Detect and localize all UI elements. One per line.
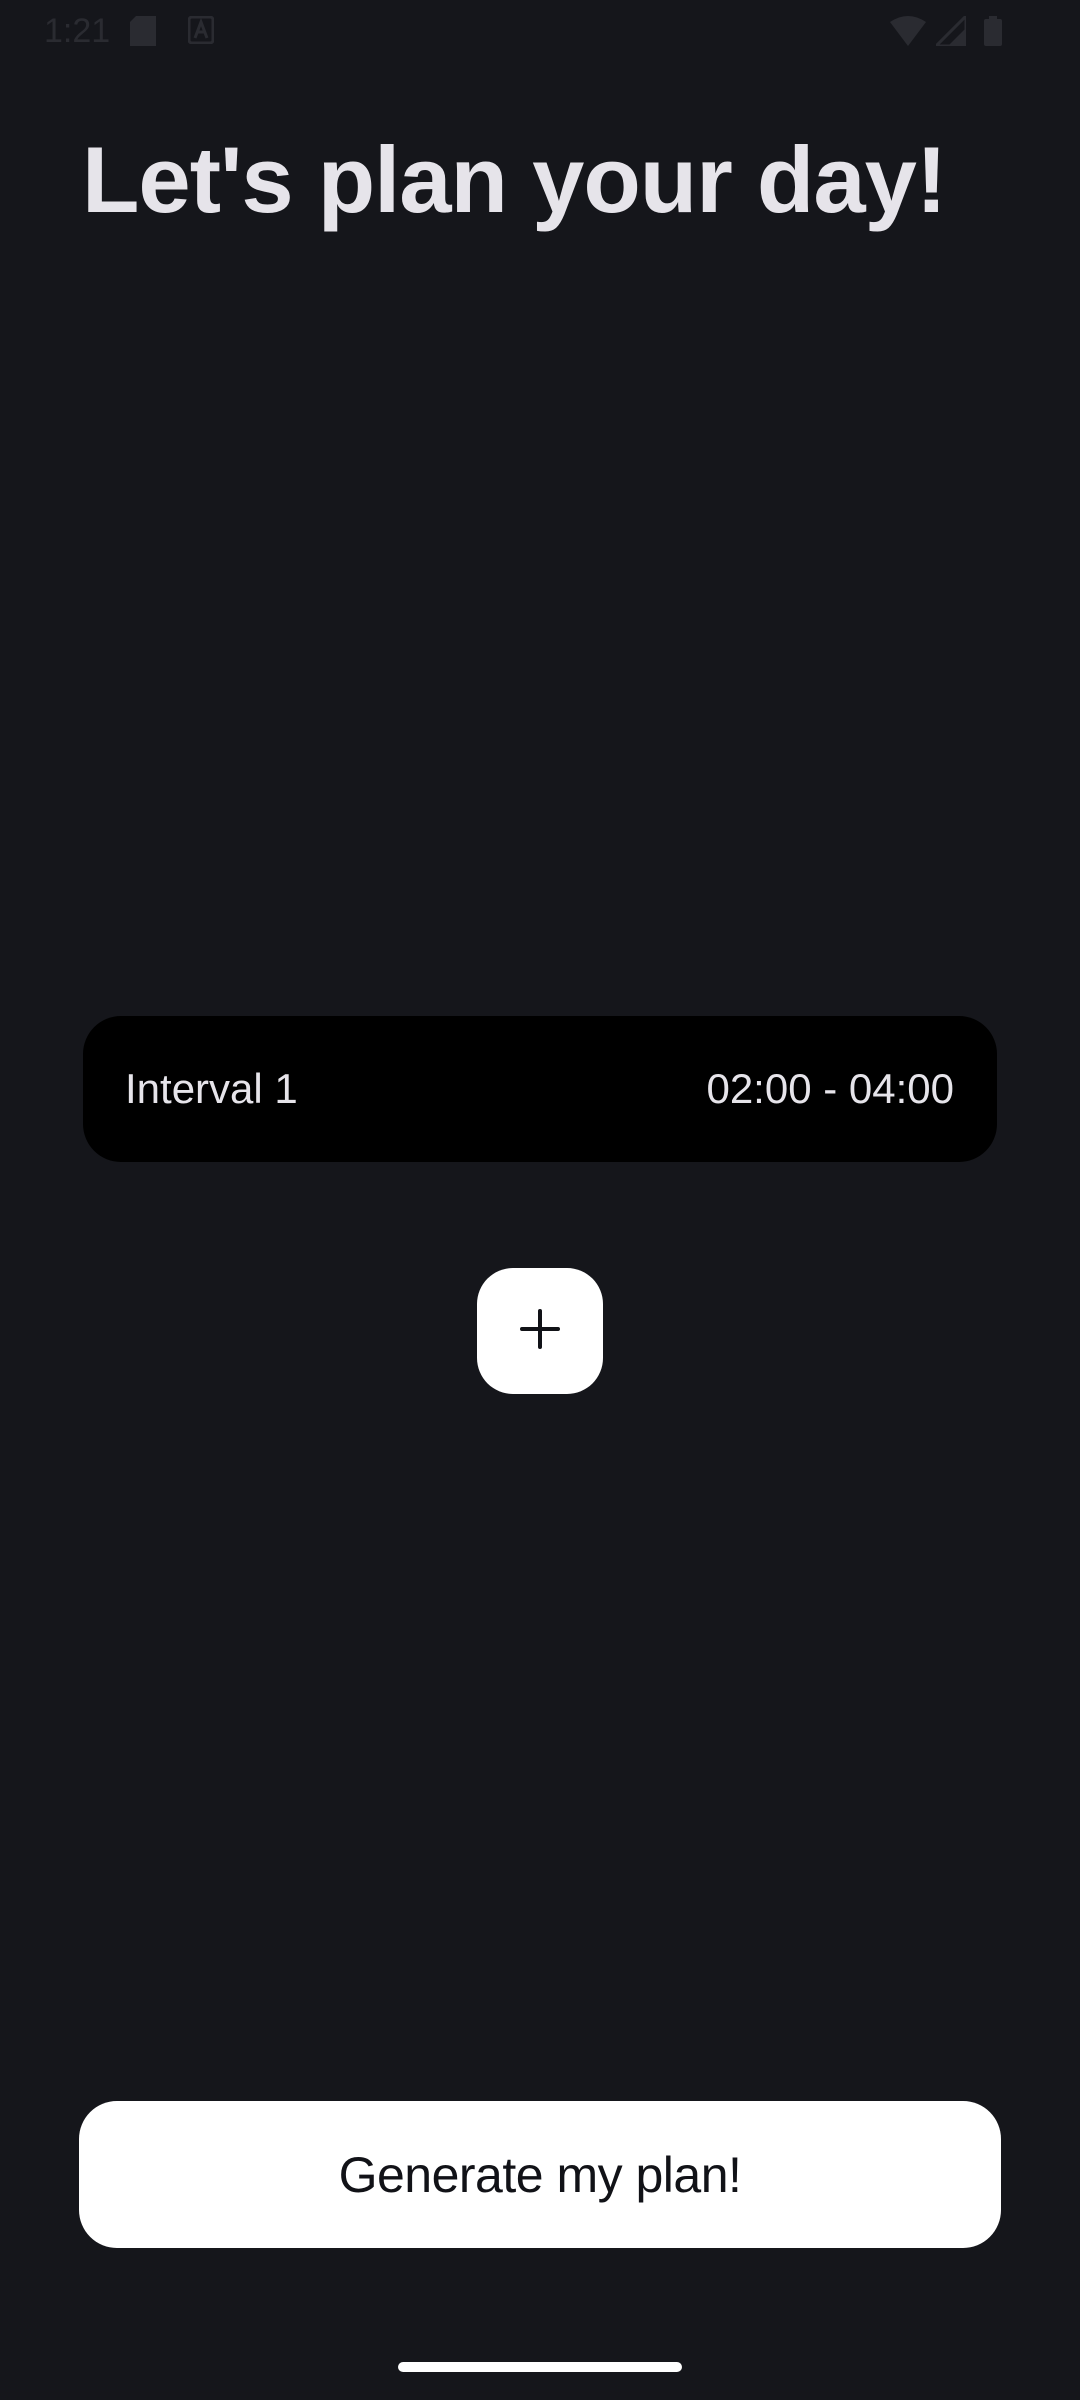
add-interval-button[interactable] [477,1268,603,1394]
signal-icon [936,16,966,46]
sd-card-icon [130,16,156,46]
page-title: Let's plan your day! [82,127,947,232]
home-indicator[interactable] [398,2362,682,2372]
wifi-icon [890,16,926,46]
interval-card[interactable]: Interval 1 02:00 - 04:00 [83,1016,997,1162]
generate-plan-button[interactable]: Generate my plan! [79,2101,1001,2248]
generate-plan-label: Generate my plan! [338,2146,742,2203]
plus-icon [520,1308,560,1354]
interval-time-range: 02:00 - 04:00 [706,1065,954,1112]
status-bar: 1:21 [0,0,1080,64]
status-time: 1:21 [44,12,111,50]
a-badge-icon [188,16,214,46]
battery-icon [984,16,1002,46]
interval-label: Interval 1 [125,1065,298,1112]
